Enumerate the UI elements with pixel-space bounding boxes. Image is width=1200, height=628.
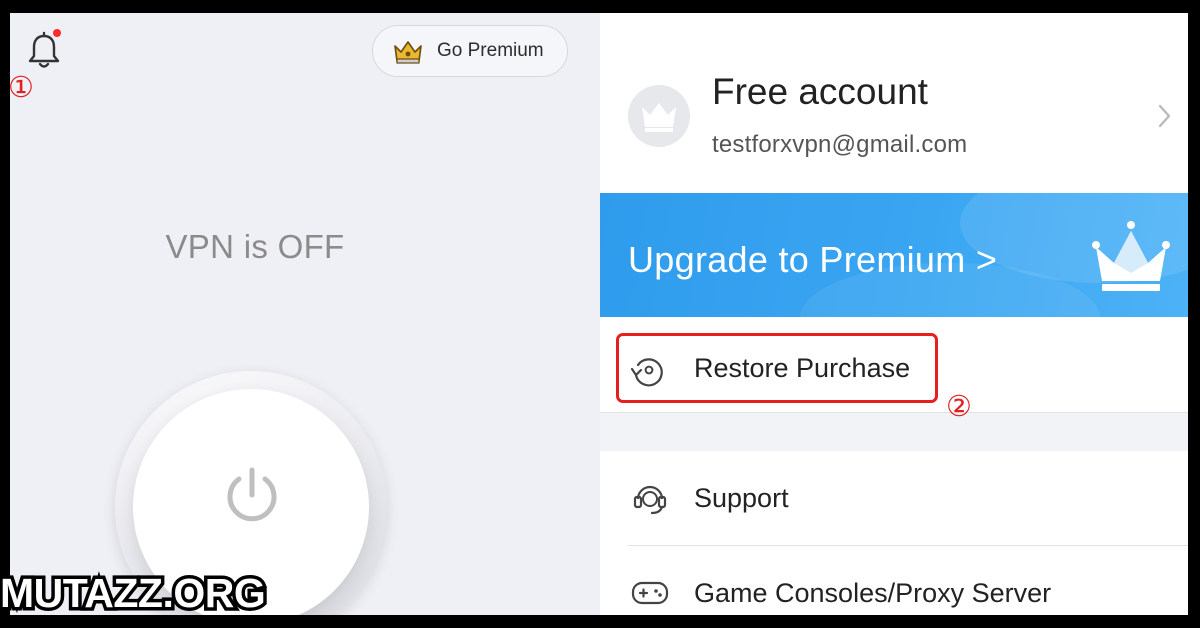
crown-icon xyxy=(1092,221,1170,291)
restore-highlight-box xyxy=(616,333,938,403)
power-icon xyxy=(227,467,277,522)
annotation-marker-2: ② xyxy=(946,389,972,423)
settings-menu: Support Game Consoles/Proxy Server xyxy=(600,451,1188,615)
menu-item-game-consoles[interactable]: Game Consoles/Proxy Server xyxy=(600,546,1188,615)
annotation-marker-1: ① xyxy=(10,70,34,104)
account-menu-panel: Free account testforxvpn@gmail.com Upgra… xyxy=(600,13,1188,615)
menu-item-label: Game Consoles/Proxy Server xyxy=(694,578,1052,608)
restore-purchase-row[interactable]: Restore Purchase xyxy=(600,317,1188,413)
gamepad-icon xyxy=(631,581,669,605)
menu-item-label: Support xyxy=(694,483,789,513)
crown-icon xyxy=(394,41,422,64)
avatar xyxy=(628,85,690,147)
upgrade-premium-banner[interactable]: Upgrade to Premium > xyxy=(600,193,1188,317)
vpn-status-text: VPN is OFF xyxy=(165,228,345,265)
go-premium-button[interactable]: Go Premium xyxy=(372,25,568,77)
notification-dot xyxy=(53,29,61,37)
chevron-right-icon xyxy=(1158,104,1171,128)
menu-item-support[interactable]: Support xyxy=(600,451,1188,546)
account-row[interactable]: Free account testforxvpn@gmail.com xyxy=(600,13,1188,193)
watermark: MUTAZZ.ORG xyxy=(0,569,269,618)
account-title: Free account xyxy=(712,71,928,112)
go-premium-label: Go Premium xyxy=(437,40,544,61)
vpn-home-panel: ① Go Premium VPN is OFF xyxy=(10,13,600,615)
bell-icon[interactable] xyxy=(26,31,62,71)
app-screenshot: ① Go Premium VPN is OFF Free account tes… xyxy=(10,13,1188,615)
account-email: testforxvpn@gmail.com xyxy=(712,131,968,158)
crown-avatar-icon xyxy=(642,103,676,132)
support-headset-icon xyxy=(633,485,667,515)
upgrade-banner-label: Upgrade to Premium > xyxy=(628,239,998,280)
